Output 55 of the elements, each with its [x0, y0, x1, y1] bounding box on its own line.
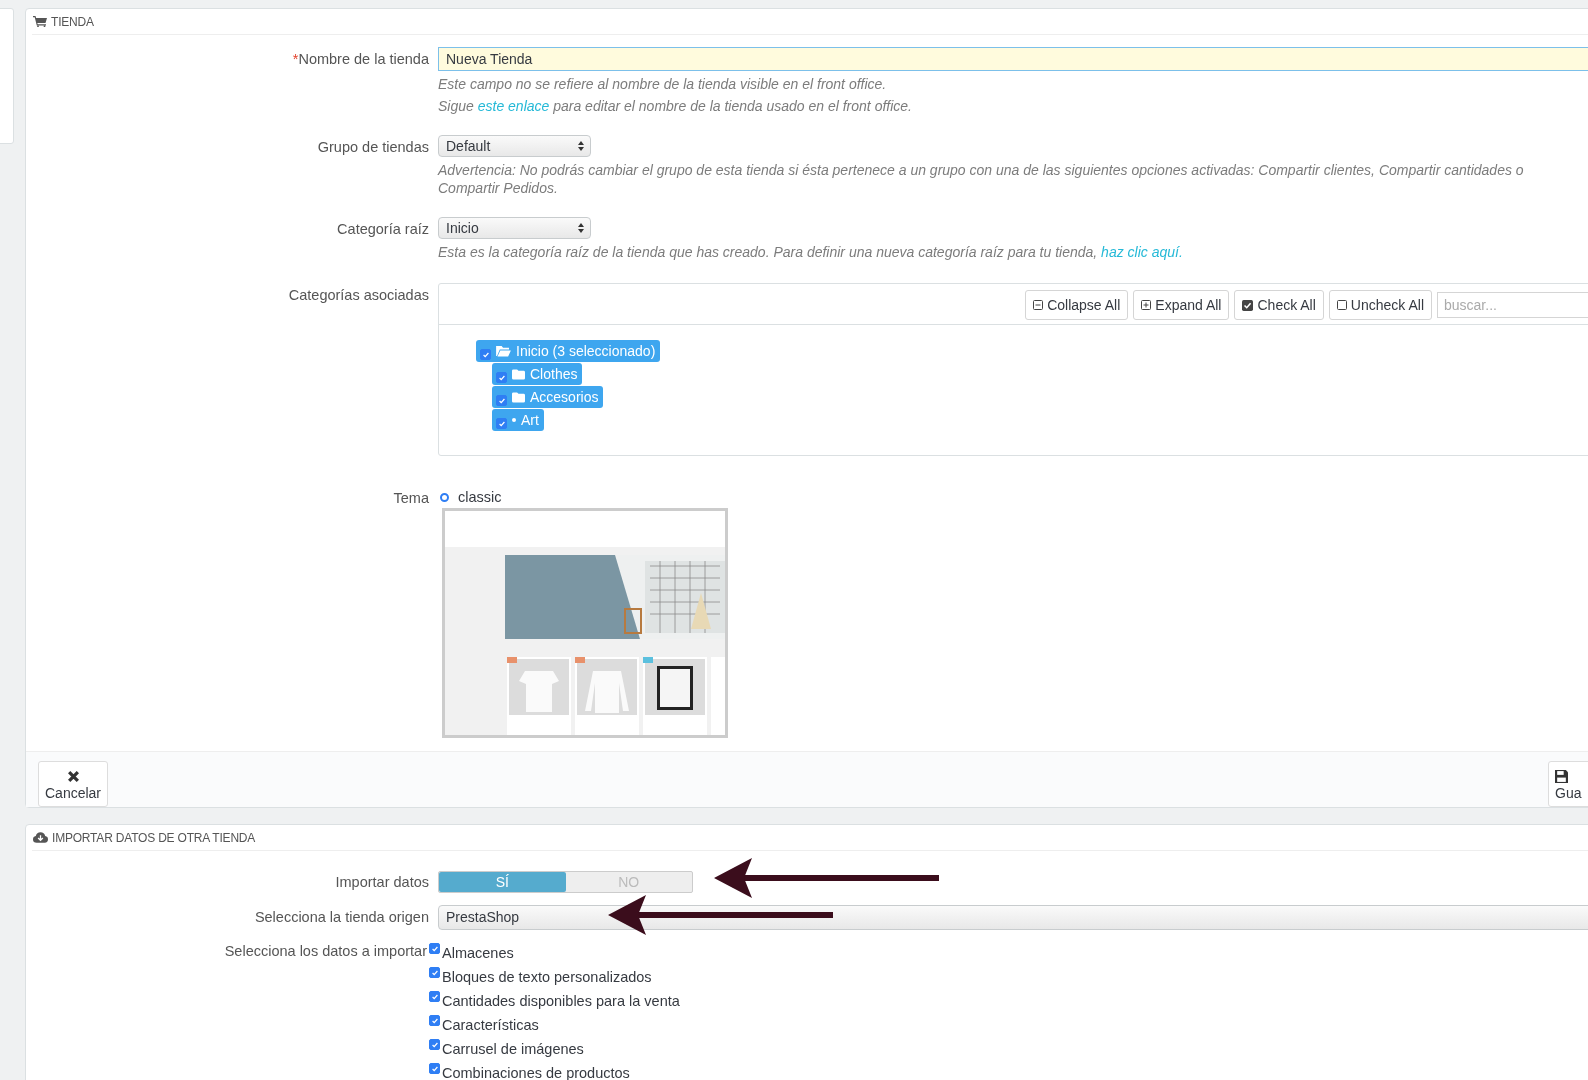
checkbox-label: Cantidades disponibles para la venta: [442, 993, 680, 1009]
minus-square-icon: [1033, 300, 1044, 310]
plus-square-icon: [1141, 300, 1152, 310]
search-field[interactable]: buscar...: [1437, 292, 1588, 318]
help-text: Sigue este enlace para editar el nombre de la tienda usado en el front office.: [438, 97, 913, 115]
tree-toolbar-button[interactable]: Collapse All: [1025, 290, 1129, 320]
checkbox[interactable]: [429, 991, 440, 1002]
checkbox[interactable]: [429, 943, 440, 954]
cart-icon: [33, 16, 47, 27]
field-label: Selecciona la tienda origen: [254, 909, 429, 925]
checkbox[interactable]: [429, 1063, 440, 1074]
field-label: Categorías asociadas: [288, 287, 429, 303]
checkbox-label: Características: [442, 1017, 539, 1033]
panel-title: IMPORTAR DATOS DE OTRA TIENDA: [52, 830, 256, 845]
help-text: Este campo no se refiere al nombre de la tienda visible en el front office.: [438, 75, 888, 93]
help-text: Esta es la categoría raíz de la tienda que has creado. Para definir una nueva categoría raíz para tu tienda, haz clic aquí.: [438, 243, 1184, 261]
store-group-select[interactable]: Default: [438, 135, 591, 157]
theme-name: classic: [458, 489, 502, 505]
sort-arrows-icon: [578, 141, 584, 151]
close-icon: [66, 770, 80, 783]
checkbox[interactable]: [496, 418, 507, 429]
root-category-select[interactable]: Inicio: [438, 217, 591, 239]
checkbox-label: Almacenes: [442, 945, 514, 961]
checkbox[interactable]: [496, 372, 507, 383]
cloud-download-icon: [33, 832, 48, 843]
field-label: Selecciona los datos a importar: [224, 943, 427, 959]
store-name-field[interactable]: Nueva Tienda: [438, 47, 1588, 71]
cancel-button[interactable]: Cancelar: [38, 761, 109, 807]
empty-square-icon: [1336, 300, 1347, 310]
source-store-select[interactable]: PrestaShop: [438, 905, 1588, 930]
folder-icon: [496, 345, 511, 357]
bullet-icon: [512, 418, 516, 422]
checkbox[interactable]: [496, 395, 507, 406]
folder-icon: [512, 391, 525, 403]
save-button[interactable]: Gua: [1548, 761, 1588, 807]
field-label: Importar datos: [335, 874, 429, 890]
checked-square-icon: [1242, 299, 1254, 311]
checkbox[interactable]: [429, 1039, 440, 1050]
radio-button[interactable]: [440, 492, 449, 502]
field-label: *Nombre de la tienda: [292, 51, 429, 67]
tree-toolbar-button[interactable]: Check All: [1234, 290, 1324, 320]
tree-toolbar-button[interactable]: Uncheck All: [1328, 290, 1432, 320]
panel-title: TIENDA: [51, 14, 94, 29]
tree-toolbar-button[interactable]: Expand All: [1133, 290, 1230, 320]
help-text: Advertencia: No podrás cambiar el grupo de esta tienda si ésta pertenece a un grupo con una de las siguientes opciones activadas: Compartir clientes, Compartir cantidades o Compartir Pedidos.: [438, 161, 1525, 197]
checkbox-label: Carrusel de imágenes: [442, 1041, 584, 1057]
checkbox[interactable]: [429, 967, 440, 978]
field-label: Tema: [393, 490, 429, 506]
sort-arrows-icon: [578, 223, 584, 233]
field-label: Grupo de tiendas: [317, 139, 429, 155]
field-label: Categoría raíz: [337, 221, 429, 237]
folder-icon: [512, 368, 525, 380]
checkbox-label: Bloques de texto personalizados: [442, 969, 652, 985]
checkbox[interactable]: [480, 349, 491, 360]
checkbox[interactable]: [429, 1015, 440, 1026]
